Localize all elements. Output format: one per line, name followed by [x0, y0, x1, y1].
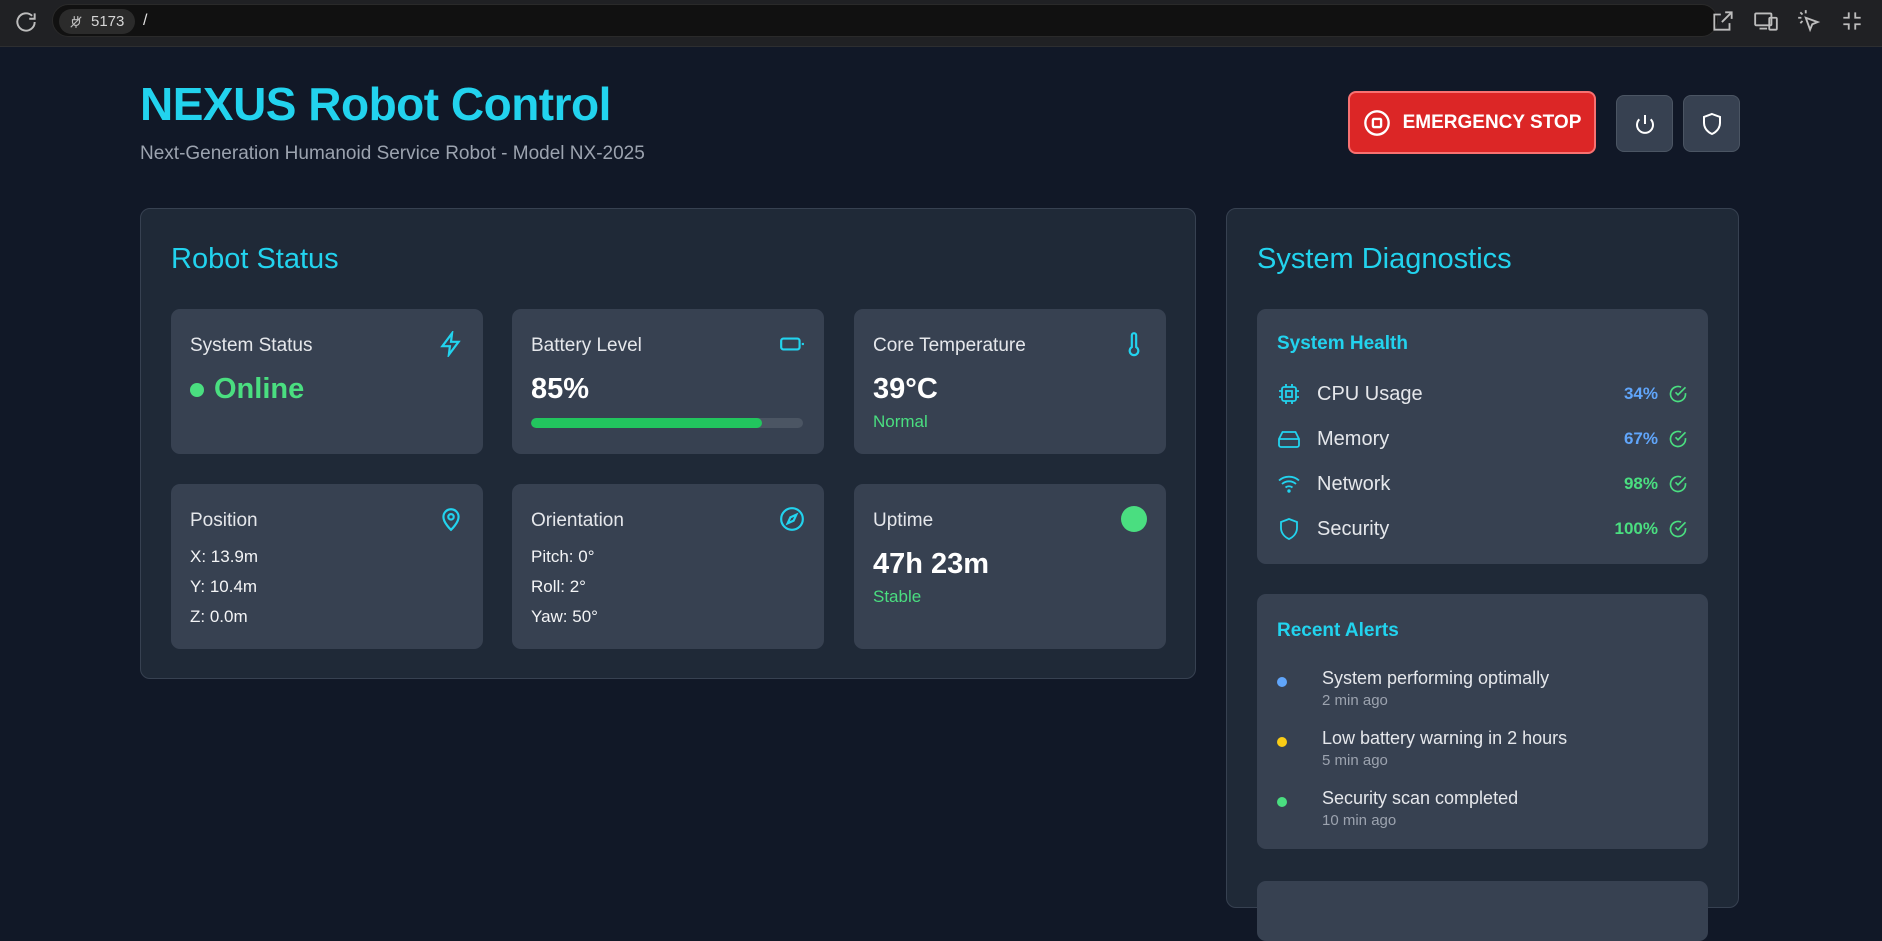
alert-dot: [1277, 737, 1287, 747]
position-z: Z: 0.0m: [190, 607, 248, 626]
alert-message: Low battery warning in 2 hours: [1322, 728, 1568, 748]
position-y: Y: 10.4m: [190, 577, 258, 596]
cursor-click-icon[interactable]: [1796, 8, 1822, 34]
url-path: /: [143, 12, 148, 29]
online-indicator: [190, 382, 204, 397]
memory-value: 67%: [1623, 429, 1658, 448]
orientation-label: Orientation: [531, 510, 624, 531]
uptime-label: Uptime: [873, 510, 934, 531]
battery-progress-fill: [531, 418, 763, 428]
check-circle-icon: [1669, 475, 1687, 493]
temperature-state: Normal: [873, 412, 928, 431]
alert-message: System performing optimally: [1322, 668, 1550, 688]
robot-status-panel: Robot Status System Status Online Batter…: [140, 208, 1196, 679]
system-status-card: System Status Online: [171, 309, 483, 454]
shield-icon: [1280, 518, 1298, 540]
alert-time: 2 min ago: [1322, 692, 1388, 709]
temperature-card: Core Temperature 39°C Normal: [854, 309, 1166, 454]
page-title: NEXUS Robot Control: [140, 78, 611, 130]
emergency-stop-button[interactable]: EMERGENCY STOP: [1348, 91, 1596, 154]
health-row-network: Network 98%: [1277, 469, 1688, 499]
compass-icon: [780, 507, 804, 531]
cpu-usage-value: 34%: [1623, 384, 1658, 403]
position-label: Position: [190, 510, 258, 531]
security-button[interactable]: [1683, 95, 1740, 152]
system-health-card: System Health CPU Usage 34% Memory 67% N…: [1257, 309, 1708, 564]
diagnostics-next-card: [1257, 881, 1708, 941]
lightning-icon: [440, 331, 461, 357]
map-pin-icon: [442, 508, 460, 532]
power-button[interactable]: [1616, 95, 1673, 152]
cpu-icon: [1279, 384, 1299, 404]
system-status-value: Online: [190, 373, 304, 406]
address-bar[interactable]: 5173 /: [52, 4, 1718, 37]
alert-message: Security scan completed: [1322, 788, 1519, 808]
system-diagnostics-panel: System Diagnostics System Health CPU Usa…: [1226, 208, 1739, 941]
orientation-yaw: Yaw: 50°: [531, 607, 598, 626]
battery-progress-bar: [531, 418, 803, 428]
open-external-icon[interactable]: [1710, 8, 1736, 34]
temperature-value: 39°C: [873, 373, 938, 405]
check-circle-icon: [1669, 385, 1687, 403]
thermometer-icon: [1128, 332, 1140, 357]
page-subtitle: Next-Generation Humanoid Service Robot -…: [140, 143, 645, 164]
reload-icon[interactable]: [13, 9, 39, 35]
uptime-value: 47h 23m: [873, 548, 990, 580]
position-card: Position X: 13.9m Y: 10.4m Z: 0.0m: [171, 484, 483, 649]
position-x: X: 13.9m: [190, 547, 259, 566]
diagnostics-title: System Diagnostics: [1257, 243, 1512, 275]
devices-icon[interactable]: [1753, 8, 1779, 34]
recent-alerts-title: Recent Alerts: [1277, 620, 1399, 641]
port-chip[interactable]: 5173: [59, 9, 135, 34]
uptime-status-indicator: [1121, 506, 1147, 532]
network-value: 98%: [1623, 474, 1658, 493]
orientation-pitch: Pitch: 0°: [531, 547, 595, 566]
shield-icon: [1702, 112, 1721, 135]
health-row-memory: Memory 67%: [1277, 424, 1688, 454]
uptime-card: Uptime 47h 23m Stable: [854, 484, 1166, 649]
alert-dot: [1277, 677, 1287, 687]
check-circle-icon: [1669, 520, 1687, 538]
health-row-security: Security 100%: [1277, 514, 1688, 544]
browser-toolbar: 5173 /: [0, 0, 1882, 47]
orientation-roll: Roll: 2°: [531, 577, 586, 596]
emergency-stop-label: EMERGENCY STOP: [1402, 111, 1582, 133]
system-status-label: System Status: [190, 335, 313, 356]
temperature-label: Core Temperature: [873, 335, 1026, 356]
battery-card: Battery Level 85%: [512, 309, 824, 454]
orientation-card: Orientation Pitch: 0° Roll: 2° Yaw: 50°: [512, 484, 824, 649]
uptime-state: Stable: [873, 587, 922, 606]
check-circle-icon: [1669, 430, 1687, 448]
battery-value: 85%: [531, 373, 590, 405]
port-label: 5173: [91, 13, 125, 30]
robot-status-title: Robot Status: [171, 243, 339, 275]
battery-icon: [780, 337, 804, 351]
wifi-icon: [1278, 475, 1300, 493]
health-row-cpu: CPU Usage 34%: [1277, 379, 1688, 409]
security-value: 100%: [1614, 519, 1658, 538]
collapse-icon[interactable]: [1839, 8, 1865, 34]
system-health-title: System Health: [1277, 333, 1408, 354]
hard-drive-icon: [1278, 431, 1300, 448]
stop-circle-icon: [1363, 109, 1390, 136]
plug-icon: [70, 15, 82, 28]
battery-label: Battery Level: [531, 335, 642, 356]
power-icon: [1635, 114, 1654, 134]
recent-alerts-card: Recent Alerts System performing optimall…: [1257, 594, 1708, 849]
alert-time: 10 min ago: [1322, 812, 1397, 829]
alert-dot: [1277, 797, 1287, 807]
alert-time: 5 min ago: [1322, 752, 1388, 769]
